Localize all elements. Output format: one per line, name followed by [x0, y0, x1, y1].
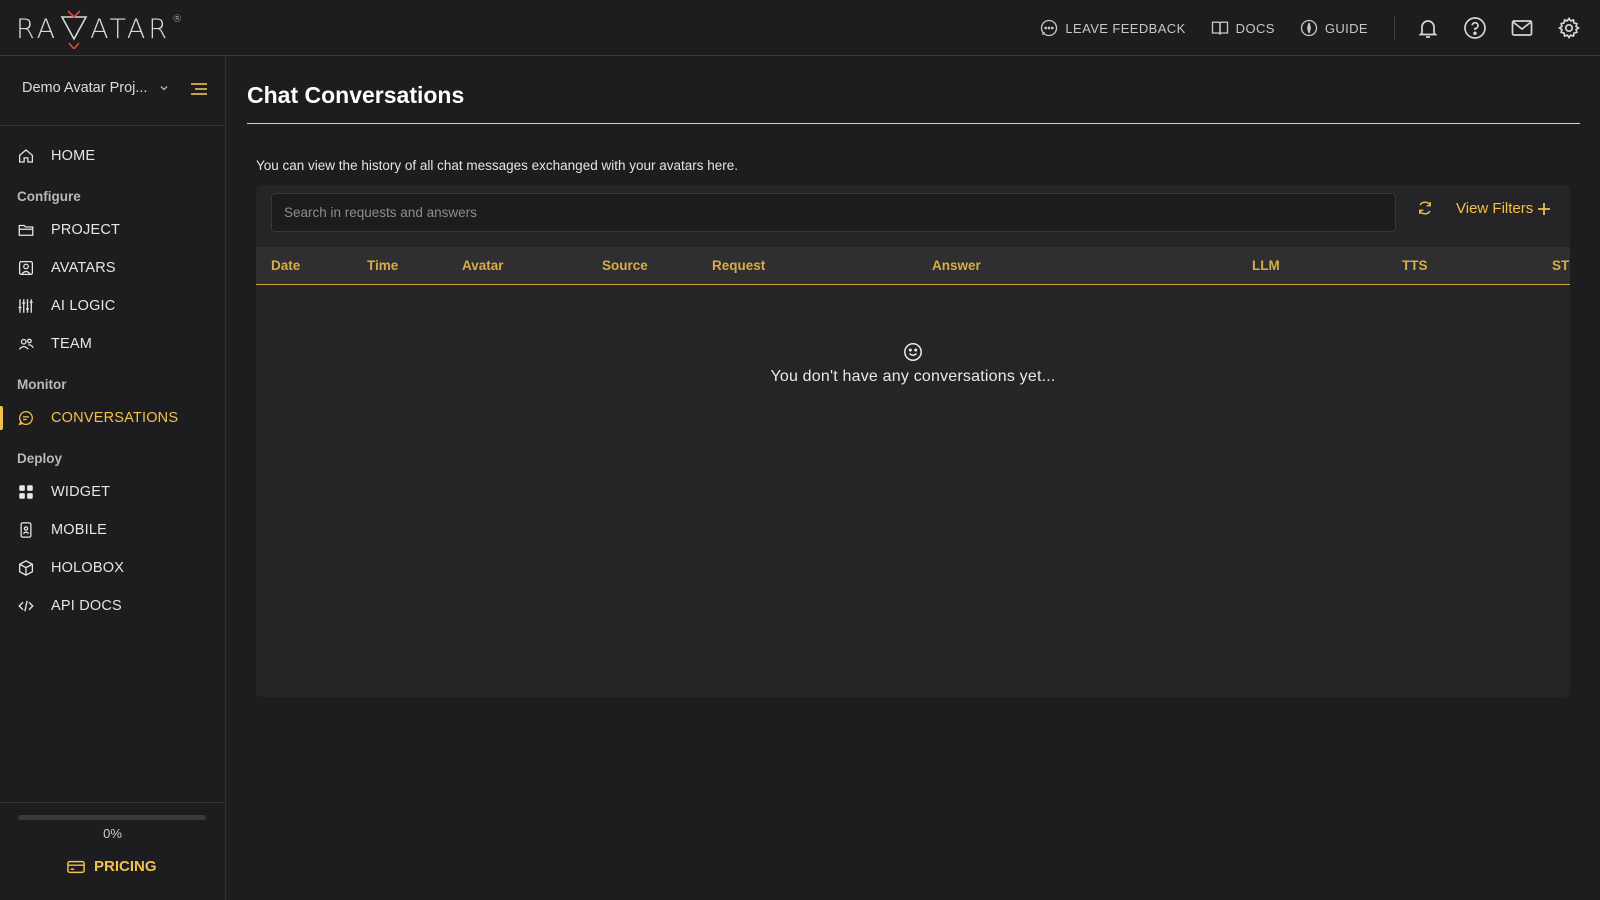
sidebar: Demo Avatar Proj... HOME Configure PROJE… — [0, 56, 226, 900]
sidebar-item-label: WIDGET — [51, 484, 111, 500]
sidebar-item-holobox[interactable]: HOLOBOX — [0, 553, 225, 583]
search-input[interactable] — [284, 205, 1395, 220]
page-title: Chat Conversations — [247, 82, 465, 108]
sidebar-item-api-docs[interactable]: API DOCS — [0, 591, 225, 621]
mobile-icon — [20, 522, 32, 538]
chat-bubble-icon — [18, 410, 33, 426]
empty-state-message: You don't have any conversations yet... — [770, 368, 1056, 385]
sidebar-divider — [0, 125, 225, 126]
column-header-time[interactable]: Time — [367, 258, 398, 273]
sidebar-item-widget[interactable]: WIDGET — [0, 477, 225, 507]
pricing-button[interactable]: PRICING — [67, 858, 157, 875]
section-label-configure: Configure — [17, 189, 81, 204]
help-icon — [1464, 17, 1486, 39]
leave-feedback-label: LEAVE FEEDBACK — [1065, 20, 1186, 36]
project-selector[interactable]: Demo Avatar Proj... — [22, 80, 169, 96]
usage-progress-bar — [18, 815, 206, 820]
sidebar-item-project[interactable]: PROJECT — [0, 215, 225, 245]
compass-icon — [1300, 19, 1317, 37]
pricing-label: PRICING — [94, 858, 157, 875]
guide-label: GUIDE — [1324, 20, 1368, 36]
sidebar-item-label: MOBILE — [51, 522, 107, 538]
sliders-icon — [18, 299, 33, 313]
sidebar-item-label: CONVERSATIONS — [51, 410, 179, 426]
column-header-avatar[interactable]: Avatar — [462, 258, 504, 273]
sidebar-item-avatars[interactable]: AVATARS — [0, 253, 225, 283]
project-name: Demo Avatar Proj... — [22, 80, 148, 96]
column-header-date[interactable]: Date — [271, 258, 300, 273]
plus-icon — [1538, 202, 1551, 215]
column-header-source[interactable]: Source — [602, 258, 648, 273]
mail-icon — [1511, 20, 1533, 36]
leave-feedback-link[interactable]: LEAVE FEEDBACK — [1039, 18, 1185, 38]
docs-label: DOCS — [1235, 20, 1275, 36]
empty-state: You don't have any conversations yet... — [256, 342, 1570, 386]
avatar-icon — [18, 260, 34, 276]
team-icon — [18, 338, 34, 350]
feedback-icon — [1041, 19, 1058, 37]
column-header-request[interactable]: Request — [712, 258, 765, 273]
sidebar-item-label: TEAM — [51, 336, 93, 352]
usage-progress-label: 0% — [103, 826, 122, 841]
chevron-down-icon — [160, 86, 168, 91]
settings-button[interactable] — [1556, 15, 1582, 41]
notifications-button[interactable] — [1415, 15, 1441, 41]
view-filters-label: View Filters — [1456, 200, 1534, 217]
sidebar-item-label: HOME — [51, 148, 96, 164]
column-header-llm[interactable]: LLM — [1252, 258, 1280, 273]
cube-icon — [18, 560, 34, 576]
title-divider — [247, 123, 1580, 124]
menu-collapse-icon[interactable] — [190, 82, 208, 96]
sidebar-item-label: AVATARS — [51, 260, 116, 276]
refresh-icon[interactable] — [1416, 199, 1434, 217]
search-field[interactable] — [271, 193, 1396, 232]
conversations-panel: View Filters Date Time Avatar Source Req… — [256, 185, 1570, 697]
settings-icon — [1557, 17, 1581, 39]
sidebar-item-label: HOLOBOX — [51, 560, 125, 576]
docs-link[interactable]: DOCS — [1210, 18, 1275, 38]
section-label-monitor: Monitor — [17, 377, 67, 392]
ravatar-logo[interactable]: RA ATAR ® — [16, 6, 182, 52]
sidebar-item-ai-logic[interactable]: AI LOGIC — [0, 291, 225, 321]
sidebar-item-conversations[interactable]: CONVERSATIONS — [0, 403, 225, 433]
credit-card-icon — [67, 860, 85, 873]
sidebar-item-label: PROJECT — [51, 222, 121, 238]
section-label-deploy: Deploy — [17, 451, 63, 466]
header-actions: LEAVE FEEDBACK DOCS GUIDE — [1039, 0, 1600, 56]
table-header: Date Time Avatar Source Request Answer L… — [256, 247, 1570, 285]
home-icon — [18, 149, 34, 163]
code-icon — [18, 600, 34, 612]
grid-icon — [19, 485, 33, 499]
sidebar-item-home[interactable]: HOME — [0, 141, 225, 171]
view-filters-button[interactable]: View Filters — [1456, 200, 1551, 217]
column-header-tts[interactable]: TTS — [1402, 258, 1428, 273]
column-header-stt[interactable]: ST — [1552, 258, 1569, 273]
folder-icon — [18, 224, 34, 236]
sidebar-item-label: AI LOGIC — [51, 298, 116, 314]
top-bar: RA ATAR ® LEAVE FEEDBACK DOCS GUIDE — [0, 0, 1600, 56]
sidebar-item-mobile[interactable]: MOBILE — [0, 515, 225, 545]
messages-button[interactable] — [1509, 15, 1535, 41]
help-button[interactable] — [1462, 15, 1488, 41]
page-description: You can view the history of all chat mes… — [256, 158, 739, 173]
active-indicator — [0, 406, 3, 430]
book-icon — [1211, 21, 1228, 35]
logo-v-mark-icon — [60, 10, 88, 49]
sidebar-item-label: API DOCS — [51, 598, 122, 614]
column-header-answer[interactable]: Answer — [932, 258, 981, 273]
bell-icon — [1418, 20, 1438, 38]
guide-link[interactable]: GUIDE — [1299, 18, 1368, 38]
sidebar-bottom-divider — [0, 802, 225, 803]
smiley-icon — [904, 343, 922, 361]
sidebar-item-team[interactable]: TEAM — [0, 329, 225, 359]
header-divider — [1394, 16, 1395, 40]
